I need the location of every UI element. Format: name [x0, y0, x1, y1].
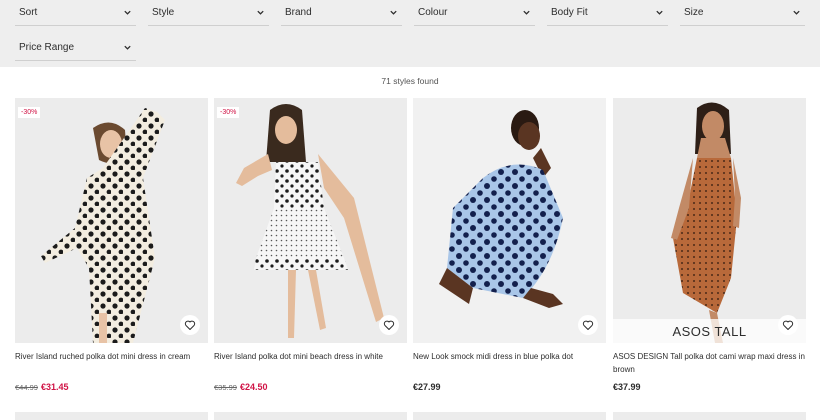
- sale-price: €24.50: [239, 382, 268, 392]
- product-photo: [613, 98, 806, 343]
- filter-colour[interactable]: Colour: [414, 0, 535, 26]
- heart-icon: [383, 320, 395, 330]
- product-price: €44.99 €31.45: [15, 380, 208, 394]
- product-title[interactable]: ASOS DESIGN Tall polka dot cami wrap max…: [613, 350, 806, 378]
- discount-badge: -30%: [18, 107, 41, 118]
- product-price: €35.99 €24.50: [214, 380, 407, 394]
- asos-tall-overlay: ASOS TALL: [613, 319, 806, 343]
- product-card[interactable]: New Look smock midi dress in blue polka …: [413, 98, 606, 394]
- filter-price-range[interactable]: Price Range: [15, 35, 136, 61]
- chevron-down-icon: [255, 8, 265, 18]
- heart-icon: [582, 320, 594, 330]
- original-price: €44.99: [15, 382, 38, 392]
- chevron-down-icon: [521, 8, 531, 18]
- filter-label: Sort: [19, 7, 38, 18]
- chevron-down-icon: [122, 43, 132, 53]
- product-title[interactable]: River Island ruched polka dot mini dress…: [15, 350, 208, 378]
- price: €37.99: [613, 382, 641, 392]
- product-image[interactable]: -30%: [15, 98, 208, 343]
- product-card-next-row[interactable]: [613, 412, 806, 420]
- filter-label: Style: [152, 7, 175, 18]
- product-card[interactable]: -30% River Island ruched polka dot mini …: [15, 98, 208, 394]
- save-for-later-button[interactable]: [578, 315, 598, 335]
- product-price: €37.99: [613, 380, 806, 394]
- chevron-down-icon: [388, 8, 398, 18]
- filter-size[interactable]: Size: [680, 0, 805, 26]
- product-price: €27.99: [413, 380, 606, 394]
- chevron-down-icon: [122, 8, 132, 18]
- product-card-next-row[interactable]: [15, 412, 208, 420]
- original-price: €35.99: [214, 382, 237, 392]
- filter-label: Price Range: [19, 42, 75, 53]
- save-for-later-button[interactable]: [379, 315, 399, 335]
- filter-sort[interactable]: Sort: [15, 0, 136, 26]
- product-card-next-row[interactable]: [214, 412, 407, 420]
- price: €27.99: [413, 382, 441, 392]
- product-card[interactable]: ASOS TALL ASOS DESIGN Tall polka dot cam…: [613, 98, 806, 394]
- product-card[interactable]: -30% River Island polka dot mini beach d…: [214, 98, 407, 394]
- save-for-later-button[interactable]: [180, 315, 200, 335]
- filter-label: Size: [684, 7, 704, 18]
- product-title[interactable]: New Look smock midi dress in blue polka …: [413, 350, 606, 378]
- product-title[interactable]: River Island polka dot mini beach dress …: [214, 350, 407, 378]
- filter-brand[interactable]: Brand: [281, 0, 402, 26]
- heart-icon: [782, 320, 794, 330]
- product-card-next-row[interactable]: [413, 412, 606, 420]
- sale-price: €31.45: [40, 382, 69, 392]
- discount-badge: -30%: [217, 107, 240, 118]
- filter-bar: Sort Style Brand Colour Body Fit Size Pr…: [0, 0, 820, 67]
- filter-label: Colour: [418, 7, 448, 18]
- results-count: 71 styles found: [381, 76, 439, 86]
- product-image[interactable]: ASOS TALL: [613, 98, 806, 343]
- filter-label: Body Fit: [551, 7, 588, 18]
- heart-icon: [184, 320, 196, 330]
- filter-body-fit[interactable]: Body Fit: [547, 0, 668, 26]
- save-for-later-button[interactable]: [778, 315, 798, 335]
- product-photo: [214, 98, 407, 343]
- chevron-down-icon: [791, 8, 801, 18]
- chevron-down-icon: [654, 8, 664, 18]
- product-image[interactable]: -30%: [214, 98, 407, 343]
- product-image[interactable]: [413, 98, 606, 343]
- filter-style[interactable]: Style: [148, 0, 269, 26]
- filter-label: Brand: [285, 7, 312, 18]
- product-photo: [413, 98, 606, 343]
- product-photo: [15, 98, 208, 343]
